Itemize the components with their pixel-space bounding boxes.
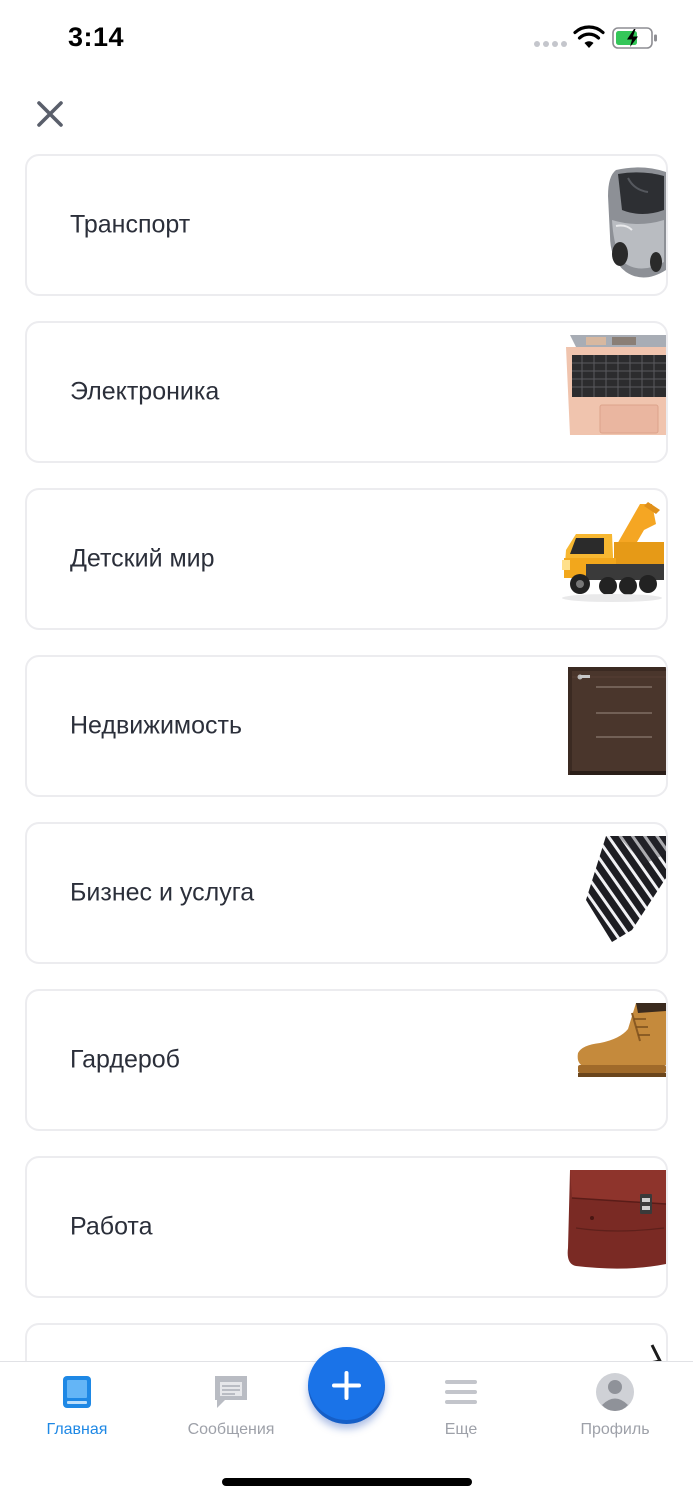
- category-label: Детский мир: [70, 544, 215, 573]
- close-button[interactable]: [30, 94, 70, 134]
- home-icon: [63, 1376, 91, 1408]
- category-card-transport[interactable]: Транспорт: [25, 154, 668, 296]
- menu-icon: [445, 1380, 477, 1404]
- tab-label: Еще: [444, 1421, 478, 1438]
- messages-icon: [215, 1376, 247, 1408]
- status-time: 3:14: [68, 22, 125, 52]
- battery-charging-icon: [612, 27, 657, 49]
- category-label: Гардероб: [70, 1045, 180, 1074]
- tab-profile[interactable]: Профиль: [555, 1362, 675, 1452]
- category-label: Недвижимость: [70, 711, 242, 740]
- category-card-kids[interactable]: Детский мир: [25, 488, 668, 630]
- tab-label: Главная: [46, 1421, 108, 1438]
- wifi-icon: [573, 25, 605, 48]
- category-list[interactable]: Транспорт Электроника Детский мир Недвиж…: [25, 154, 668, 1361]
- home-indicator: [222, 1478, 472, 1486]
- necktie-image: [586, 836, 666, 942]
- toy-truck-image: [562, 502, 664, 602]
- category-card-business[interactable]: Бизнес и услуга: [25, 822, 668, 964]
- category-card-wardrobe[interactable]: Гардероб: [25, 989, 668, 1131]
- category-label: Электроника: [70, 377, 220, 406]
- car-image: [608, 167, 666, 278]
- category-card-jobs[interactable]: Работа: [25, 1156, 668, 1298]
- category-card-realty[interactable]: Недвижимость: [25, 655, 668, 797]
- briefcase-image: [567, 1170, 666, 1269]
- category-label: Работа: [70, 1212, 153, 1241]
- close-icon: [37, 101, 63, 127]
- door-image: [568, 667, 666, 775]
- tab-label: Сообщения: [187, 1421, 275, 1438]
- tab-label: Профиль: [580, 1421, 650, 1438]
- boot-image: [577, 1003, 666, 1077]
- category-label: Транспорт: [70, 210, 191, 239]
- plus-icon: [332, 1371, 361, 1400]
- category-card-electronics[interactable]: Электроника: [25, 321, 668, 463]
- laptop-image: [566, 335, 666, 435]
- profile-icon: [596, 1373, 634, 1411]
- add-listing-button[interactable]: [308, 1347, 385, 1424]
- tab-messages[interactable]: Сообщения: [171, 1362, 291, 1452]
- category-label: Бизнес и услуга: [70, 878, 255, 907]
- cellular-signal-icon: [534, 41, 567, 47]
- tab-more[interactable]: Еще: [401, 1362, 521, 1452]
- status-bar: 3:14: [0, 0, 693, 80]
- tab-home[interactable]: Главная: [17, 1362, 137, 1452]
- category-image: [650, 1344, 662, 1361]
